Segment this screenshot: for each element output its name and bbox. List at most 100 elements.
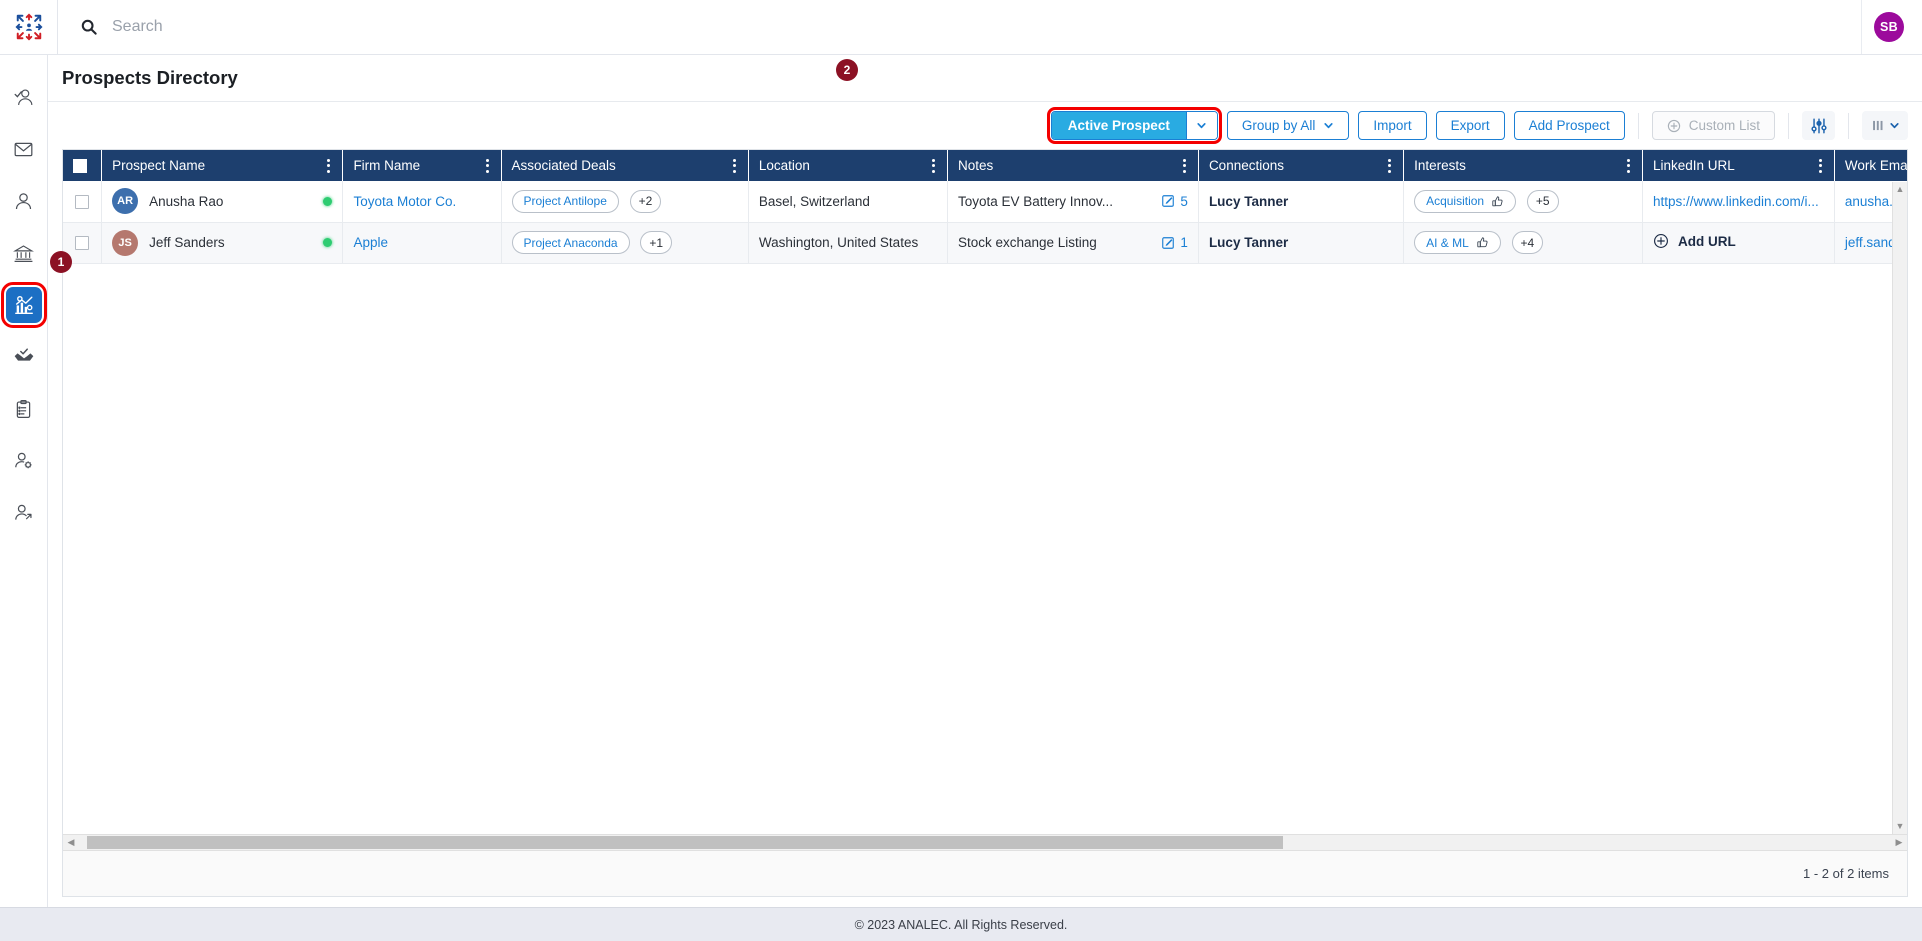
- custom-list-button[interactable]: Custom List: [1651, 111, 1775, 140]
- table-row[interactable]: AR Anusha Rao Toyota Motor Co. Project A…: [63, 181, 1907, 223]
- cell-connections: Lucy Tanner: [1198, 181, 1405, 223]
- header-firm-name[interactable]: Firm Name: [342, 150, 502, 181]
- group-by-button[interactable]: Group by All: [1226, 111, 1350, 140]
- sidebar-item-deals[interactable]: [6, 339, 42, 375]
- toolbar-divider: [1637, 112, 1639, 139]
- hscroll-thumb[interactable]: [87, 836, 1283, 849]
- column-menu-icon[interactable]: [930, 157, 937, 175]
- column-menu-icon[interactable]: [325, 157, 332, 175]
- cell-prospect-name: JS Jeff Sanders: [101, 222, 344, 264]
- deal-more-count[interactable]: +2: [629, 189, 662, 213]
- row-select-cell[interactable]: [63, 181, 103, 223]
- scroll-left-arrow[interactable]: ◀: [63, 837, 79, 848]
- column-menu-icon[interactable]: [1817, 157, 1824, 175]
- custom-list-label: Custom List: [1688, 118, 1760, 133]
- notes-text: Stock exchange Listing: [957, 235, 1097, 250]
- deal-more-count[interactable]: +1: [640, 231, 673, 254]
- scroll-up-arrow[interactable]: ▲: [1896, 182, 1905, 197]
- sidebar-item-people[interactable]: [6, 183, 42, 219]
- sidebar-item-user-settings[interactable]: [6, 443, 42, 479]
- filter-settings-button[interactable]: [1802, 111, 1835, 140]
- header-location[interactable]: Location: [748, 150, 948, 181]
- grid-vertical-scrollbar[interactable]: ▲ ▼: [1892, 182, 1907, 834]
- header-connections[interactable]: Connections: [1198, 150, 1405, 181]
- header-interests[interactable]: Interests: [1403, 150, 1643, 181]
- header-work-email[interactable]: Work Email: [1834, 150, 1907, 181]
- active-prospect-button[interactable]: Active Prospect: [1046, 107, 1222, 144]
- group-by-label: Group by All: [1241, 118, 1316, 133]
- sidebar-item-prospects[interactable]: [0, 282, 47, 328]
- add-url-button[interactable]: Add URL: [1653, 233, 1736, 249]
- deal-chip[interactable]: Project Antilope: [511, 189, 619, 213]
- interest-chip[interactable]: AI & ML: [1414, 231, 1501, 254]
- select-all-checkbox[interactable]: [73, 159, 87, 174]
- table-row[interactable]: JS Jeff Sanders Apple Project Anaconda +…: [63, 222, 1907, 264]
- row-checkbox[interactable]: [75, 194, 90, 209]
- columns-button[interactable]: [1862, 111, 1908, 140]
- connection-name[interactable]: Lucy Tanner: [1209, 194, 1288, 209]
- prospect-name-text[interactable]: Anusha Rao: [149, 194, 312, 209]
- sidebar-item-messages[interactable]: [6, 131, 42, 167]
- user-check-icon: [14, 88, 33, 105]
- deal-chip[interactable]: Project Anaconda: [511, 231, 630, 254]
- firm-name-link[interactable]: Apple: [353, 235, 388, 250]
- add-prospect-label: Add Prospect: [1528, 118, 1610, 133]
- chevron-down-icon: [1324, 123, 1333, 129]
- header-associated-deals[interactable]: Associated Deals: [501, 150, 749, 181]
- export-button[interactable]: Export: [1435, 111, 1505, 140]
- column-menu-icon[interactable]: [1625, 157, 1632, 175]
- sidebar-item-contacts[interactable]: [6, 79, 42, 115]
- interest-chip[interactable]: Acquisition: [1414, 189, 1517, 213]
- firm-name-link[interactable]: Toyota Motor Co.: [353, 194, 456, 209]
- search-input[interactable]: [112, 18, 532, 36]
- interest-chip-label: Acquisition: [1426, 194, 1485, 209]
- location-text: Washington, United States: [758, 235, 919, 250]
- header-label: Work Email: [1844, 158, 1907, 173]
- column-menu-icon[interactable]: [1181, 157, 1188, 175]
- import-button[interactable]: Import: [1358, 111, 1427, 140]
- grid-horizontal-scrollbar[interactable]: ◀ ▶: [63, 834, 1907, 851]
- cell-location: Basel, Switzerland: [748, 181, 948, 223]
- top-bar: SB: [0, 0, 1922, 55]
- page-header: Prospects Directory: [48, 55, 1922, 102]
- user-icon: [15, 192, 32, 209]
- column-menu-icon[interactable]: [484, 157, 491, 175]
- linkedin-url-link[interactable]: https://www.linkedin.com/i...: [1653, 194, 1819, 209]
- header-label: Connections: [1208, 158, 1284, 173]
- row-checkbox[interactable]: [75, 236, 90, 251]
- status-indicator: [323, 196, 333, 206]
- search-icon: [81, 19, 97, 35]
- add-prospect-button[interactable]: Add Prospect: [1513, 111, 1625, 140]
- connection-name[interactable]: Lucy Tanner: [1209, 235, 1288, 250]
- export-label: Export: [1450, 118, 1490, 133]
- column-menu-icon[interactable]: [1386, 157, 1393, 175]
- footer: © 2023 ANALEC. All Rights Reserved.: [0, 907, 1922, 941]
- global-search[interactable]: [58, 0, 1861, 54]
- interest-more-count[interactable]: +4: [1511, 231, 1544, 254]
- chevron-down-icon: [1197, 123, 1206, 129]
- header-linkedin-url[interactable]: LinkedIn URL: [1642, 150, 1835, 181]
- interest-more-count[interactable]: +5: [1526, 189, 1559, 213]
- cell-linkedin-url: Add URL: [1642, 222, 1835, 264]
- header-label: Prospect Name: [112, 158, 206, 173]
- notes-count-badge[interactable]: 5: [1161, 194, 1188, 209]
- header-label: Firm Name: [353, 158, 421, 173]
- header-prospect-name[interactable]: Prospect Name: [101, 150, 344, 181]
- annotation-marker-1: 1: [50, 251, 72, 273]
- header-select-all[interactable]: [63, 150, 103, 181]
- header-label: Interests: [1414, 158, 1466, 173]
- active-prospect-dropdown-toggle[interactable]: [1185, 112, 1217, 139]
- hscroll-track[interactable]: [79, 834, 1891, 851]
- header-notes[interactable]: Notes: [947, 150, 1199, 181]
- sidebar-item-institutions[interactable]: [6, 235, 42, 271]
- notes-count-badge[interactable]: 1: [1161, 235, 1188, 250]
- scroll-down-arrow[interactable]: ▼: [1896, 819, 1905, 834]
- avatar[interactable]: SB: [1874, 12, 1904, 42]
- column-menu-icon[interactable]: [731, 157, 738, 175]
- sidebar-item-tasks[interactable]: [6, 391, 42, 427]
- app-logo[interactable]: [0, 0, 58, 54]
- cell-linkedin-url: https://www.linkedin.com/i...: [1642, 181, 1835, 223]
- scroll-right-arrow[interactable]: ▶: [1891, 837, 1907, 848]
- prospect-name-text[interactable]: Jeff Sanders: [149, 235, 312, 250]
- sidebar-item-user-export[interactable]: [6, 495, 42, 531]
